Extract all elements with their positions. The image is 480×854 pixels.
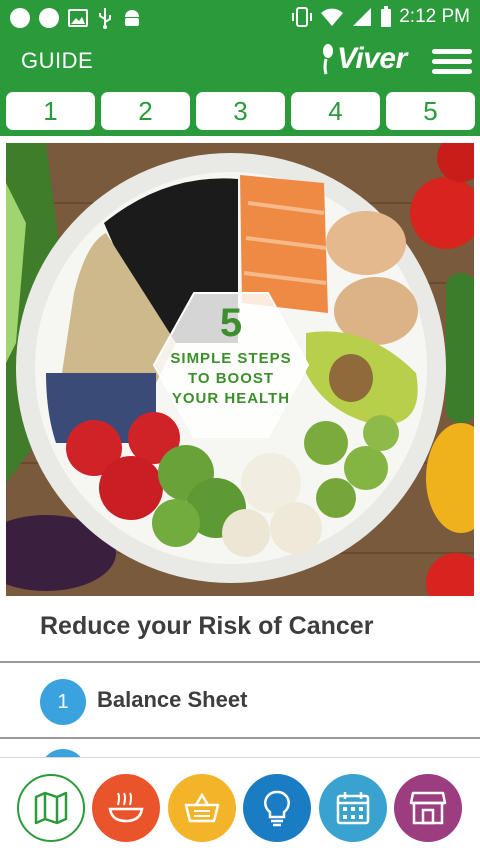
usb-icon xyxy=(99,8,111,29)
hero-badge-line-2: TO BOOST xyxy=(187,370,275,387)
list-item-balance-sheet[interactable]: 1 Balance Sheet xyxy=(0,663,480,737)
basket-icon xyxy=(184,792,220,823)
app-header: GUIDE Viver 1 2 3 4 5 xyxy=(0,36,480,136)
status-time: 2:12 PM xyxy=(399,6,470,27)
bottom-navigation xyxy=(0,757,480,854)
notification-dot-icon xyxy=(10,8,30,28)
step-tabs: 1 2 3 4 5 xyxy=(6,92,475,130)
tips-button[interactable] xyxy=(243,774,311,842)
page-title: GUIDE xyxy=(21,48,94,73)
step-tab-3[interactable]: 3 xyxy=(196,92,285,130)
hamburger-menu-icon[interactable] xyxy=(432,47,474,75)
store-button[interactable] xyxy=(394,774,462,842)
hero-badge-line-3: YOUR HEALTH xyxy=(171,390,291,407)
section-title: Reduce your Risk of Cancer xyxy=(40,612,374,640)
shopping-button[interactable] xyxy=(168,774,236,842)
leaf-logo-icon xyxy=(323,44,333,75)
wifi-icon xyxy=(321,8,344,26)
android-icon xyxy=(125,10,139,26)
image-notification-icon xyxy=(68,9,88,27)
notification-dot-icon xyxy=(39,8,59,28)
battery-icon xyxy=(381,6,392,27)
calendar-icon xyxy=(336,792,370,825)
map-icon xyxy=(34,791,68,825)
meals-button[interactable] xyxy=(92,774,160,842)
viver-logo: Viver xyxy=(320,42,407,76)
hero-badge: 5 SIMPLE STEPS TO BOOST YOUR HEALTH xyxy=(154,303,308,409)
signal-icon xyxy=(353,8,372,26)
vibrate-icon xyxy=(292,7,313,27)
food-bowl-icon xyxy=(108,792,144,823)
step-tab-2[interactable]: 2 xyxy=(101,92,190,130)
logo-text: Viver xyxy=(337,42,407,75)
map-button[interactable] xyxy=(17,774,85,842)
hero-badge-line-1: SIMPLE STEPS xyxy=(170,350,292,367)
divider xyxy=(0,737,480,739)
step-tab-5[interactable]: 5 xyxy=(386,92,475,130)
step-tab-4[interactable]: 4 xyxy=(291,92,380,130)
item-number-badge: 1 xyxy=(40,679,86,725)
calendar-button[interactable] xyxy=(319,774,387,842)
lightbulb-icon xyxy=(264,790,290,827)
step-tab-1[interactable]: 1 xyxy=(6,92,95,130)
hero-badge-number: 5 xyxy=(219,301,243,345)
hero-food-plate-image: 5 SIMPLE STEPS TO BOOST YOUR HEALTH xyxy=(6,143,474,596)
status-bar: 2:12 PM xyxy=(0,0,480,36)
store-icon xyxy=(409,791,447,825)
item-label: Balance Sheet xyxy=(97,687,248,712)
